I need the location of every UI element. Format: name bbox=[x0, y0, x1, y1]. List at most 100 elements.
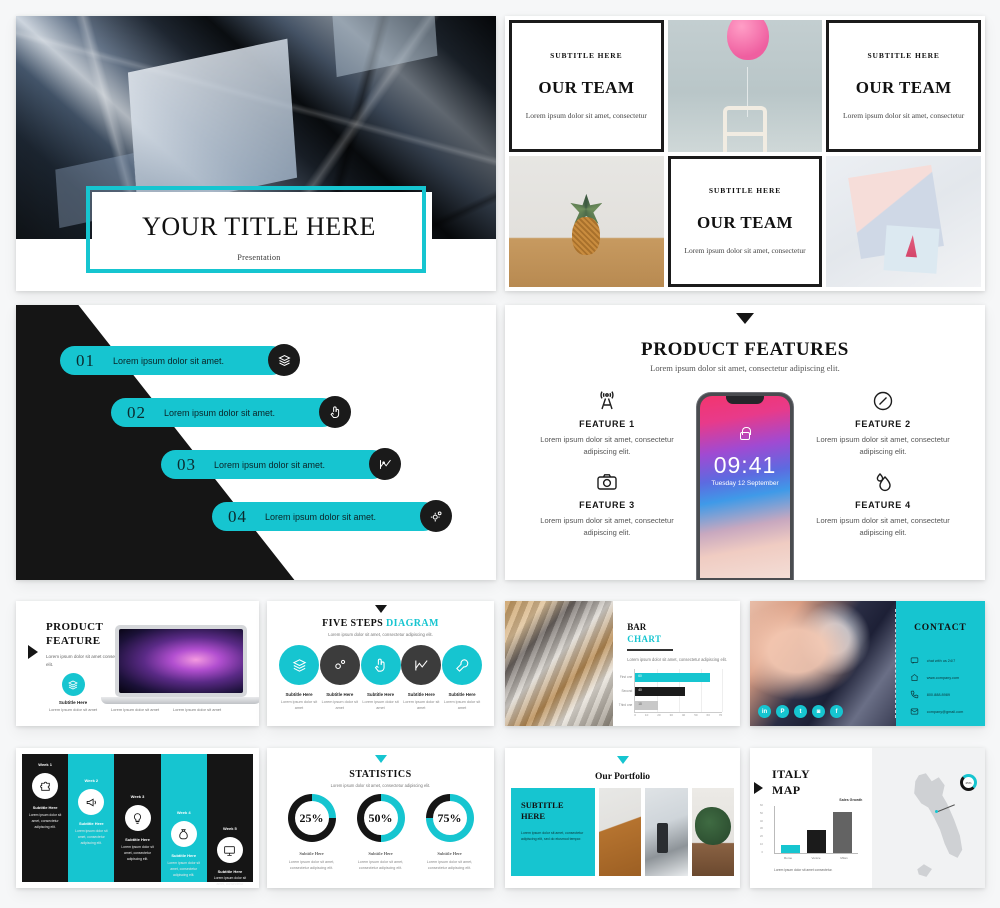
feature-desc: Lorem ipsum dolor sit amet, consectetur … bbox=[540, 516, 674, 537]
contact-item-phone[interactable]: 800.888.8989 bbox=[896, 690, 985, 699]
agenda-bar[interactable]: 03 Lorem ipsum dolor sit amet. bbox=[161, 450, 387, 479]
week-label: Week 2 bbox=[84, 778, 99, 783]
step-item-4[interactable]: Subtitle Here Lorem ipsum dolor sit amet bbox=[401, 645, 442, 711]
slide-italy-map[interactable]: 25% ITALY MAP Sales Growth 60 50 40 30 2… bbox=[750, 748, 985, 888]
page-title: YOUR TITLE HERE bbox=[142, 212, 376, 241]
stat-item-3[interactable]: 75% Subtitle Here Lorem ipsum dolor sit … bbox=[419, 794, 481, 872]
chart-line-icon[interactable] bbox=[369, 448, 401, 480]
slide-product-features[interactable]: PRODUCT FEATURES Lorem ipsum dolor sit a… bbox=[505, 305, 985, 580]
pineapple-photo bbox=[509, 155, 664, 287]
boxes-icon[interactable] bbox=[61, 673, 85, 696]
feature-item-4[interactable]: FEATURE 4 Lorem ipsum dolor sit amet, co… bbox=[813, 468, 953, 539]
card-title: OUR TEAM bbox=[538, 77, 635, 97]
hand-device-photo bbox=[645, 788, 688, 876]
step-title: Subtitle Here bbox=[448, 692, 476, 697]
boxes-icon[interactable] bbox=[279, 645, 319, 685]
facebook-icon[interactable]: f bbox=[830, 705, 843, 718]
portfolio-text-panel[interactable]: SUBTITLE HERE Lorem ipsum dolor sit amet… bbox=[511, 788, 595, 876]
slide-product-feature[interactable]: PRODUCT FEATURE Lorem ipsum dolor sit am… bbox=[16, 601, 259, 726]
step-item-5[interactable]: Subtitle Here Lorem ipsum dolor sit amet bbox=[442, 645, 482, 711]
timeline-step-4[interactable]: Week 4 Subtitle Here Lorem ipsum dolor s… bbox=[160, 754, 207, 882]
x-tick: 70 bbox=[718, 713, 723, 717]
italy-map-shape bbox=[914, 773, 963, 858]
pinterest-icon[interactable]: P bbox=[776, 705, 789, 718]
pf-item-title: Subtitle Here bbox=[58, 700, 88, 705]
gears-icon[interactable] bbox=[319, 645, 360, 685]
step-title: Subtitle Here bbox=[217, 869, 243, 874]
team-card[interactable]: SUBTITLE HERE OUR TEAM Lorem ipsum dolor… bbox=[826, 20, 981, 152]
feature-item-3[interactable]: FEATURE 3 Lorem ipsum dolor sit amet, co… bbox=[537, 468, 677, 539]
step-desc: Lorem ipsum dolor sit amet bbox=[321, 700, 358, 711]
presentation-icon[interactable] bbox=[216, 837, 243, 863]
x-tick: 0 bbox=[634, 713, 636, 717]
contact-item-email[interactable]: company@gmail.com bbox=[896, 707, 985, 716]
timeline-step-5[interactable]: Week 5 Subtitle Here Lorem ipsum dolor s… bbox=[206, 754, 254, 888]
slide-title[interactable]: YOUR TITLE HERE Presentation bbox=[16, 16, 496, 291]
slide-contact[interactable]: CONTACT chat with us 24/7 www.company.co… bbox=[750, 601, 985, 726]
team-card[interactable]: SUBTITLE HERE OUR TEAM Lorem ipsum dolor… bbox=[667, 155, 823, 287]
x-tick: Milan bbox=[840, 856, 848, 860]
step-title: Subtitle Here bbox=[32, 805, 58, 810]
spiral-staircase-photo bbox=[505, 601, 614, 726]
twitter-icon[interactable]: t bbox=[794, 705, 807, 718]
hand-click-icon[interactable] bbox=[360, 645, 401, 685]
gears-icon[interactable] bbox=[420, 500, 452, 532]
agenda-bar[interactable]: 04 Lorem ipsum dolor sit amet. bbox=[212, 502, 438, 531]
y-tick: 40 bbox=[760, 819, 763, 823]
bar-label-1: First one bbox=[619, 675, 633, 679]
feature-title: FEATURE 2 bbox=[855, 419, 911, 429]
slide-portfolio[interactable]: Our Portfolio SUBTITLE HERE Lorem ipsum … bbox=[505, 748, 740, 888]
x-tick: 60 bbox=[706, 713, 710, 717]
step-title: Subtitle Here bbox=[285, 692, 313, 697]
step-item-3[interactable]: Subtitle Here Lorem ipsum dolor sit amet bbox=[360, 645, 401, 711]
agenda-bar[interactable]: 01 Lorem ipsum dolor sit amet. bbox=[60, 346, 286, 375]
timeline-step-1[interactable]: Week 1 Subtitle Here Lorem ipsum dolor s… bbox=[22, 754, 69, 882]
pf-item-1[interactable]: Subtitle Here Lorem ipsum dolor sit amet bbox=[38, 673, 108, 713]
card-desc: Lorem ipsum dolor sit amet, consectetur bbox=[843, 110, 965, 120]
feature-item-2[interactable]: FEATURE 2 Lorem ipsum dolor sit amet, co… bbox=[813, 387, 953, 458]
slide-weekly-timeline[interactable]: Week 1 Subtitle Here Lorem ipsum dolor s… bbox=[16, 748, 259, 888]
hand-click-icon[interactable] bbox=[319, 396, 351, 428]
chart-line-icon[interactable] bbox=[401, 645, 442, 685]
card-subtitle: SUBTITLE HERE bbox=[708, 186, 782, 196]
timeline-step-3[interactable]: Week 3 Subtitle Here Lorem ipsum dolor s… bbox=[114, 754, 161, 882]
money-bag-icon[interactable] bbox=[170, 821, 197, 847]
team-card[interactable]: SUBTITLE HERE OUR TEAM Lorem ipsum dolor… bbox=[509, 20, 664, 152]
boxes-icon[interactable] bbox=[268, 344, 300, 376]
panel-desc: Lorem ipsum dolor sit amet, consectetur … bbox=[521, 831, 584, 842]
stat-item-1[interactable]: 25% Subtitle Here Lorem ipsum dolor sit … bbox=[281, 794, 343, 872]
x-tick: 40 bbox=[681, 713, 686, 717]
timeline-step-2[interactable]: Week 2 Subtitle Here Lorem ipsum dolor s… bbox=[68, 754, 115, 882]
instagram-icon[interactable]: ◙ bbox=[812, 705, 825, 718]
contact-item-chat[interactable]: chat with us 24/7 bbox=[896, 656, 985, 665]
pf-heading-line2: FEATURE bbox=[46, 634, 101, 647]
italy-heading-line2: MAP bbox=[772, 783, 801, 798]
italy-chart-x-axis: Rome Venice Milan bbox=[774, 856, 858, 860]
social-links[interactable]: in P t ◙ f bbox=[758, 705, 843, 718]
step-desc: Lorem ipsum dolor sit amet, consectetur … bbox=[121, 845, 154, 861]
phone-date: Tuesday 12 September bbox=[711, 480, 779, 487]
linkedin-icon[interactable]: in bbox=[758, 705, 771, 718]
feature-item-1[interactable]: FEATURE 1 Lorem ipsum dolor sit amet, co… bbox=[537, 387, 677, 458]
stat-desc: Lorem ipsum dolor sit amet, consectetur … bbox=[288, 860, 335, 871]
bar-label-2: Second bbox=[621, 689, 633, 693]
slide-five-steps[interactable]: FIVE STEPS DIAGRAM Lorem ipsum dolor sit… bbox=[267, 601, 494, 726]
slide-bar-chart[interactable]: BAR CHART Lorem ipsum dolor sit amet, co… bbox=[505, 601, 740, 726]
step-item-1[interactable]: Subtitle Here Lorem ipsum dolor sit amet bbox=[279, 645, 319, 711]
agenda-number: 02 bbox=[127, 402, 146, 422]
italy-chart-y-axis: 60 50 40 30 20 10 0 bbox=[760, 804, 763, 854]
puzzle-icon[interactable] bbox=[32, 773, 59, 799]
lightbulb-icon[interactable] bbox=[124, 805, 151, 831]
agenda-bar[interactable]: 02 Lorem ipsum dolor sit amet. bbox=[111, 398, 337, 427]
step-desc: Lorem ipsum dolor sit amet, consectetur … bbox=[213, 876, 247, 888]
stat-item-2[interactable]: 50% Subtitle Here Lorem ipsum dolor sit … bbox=[350, 794, 412, 872]
megaphone-icon[interactable] bbox=[78, 789, 105, 815]
mail-icon bbox=[910, 708, 918, 715]
wrench-icon[interactable] bbox=[442, 645, 482, 685]
feature-desc: Lorem ipsum dolor sit amet, consectetur … bbox=[540, 435, 674, 456]
slide-agenda[interactable]: 01 Lorem ipsum dolor sit amet. 02 Lorem … bbox=[16, 305, 496, 580]
step-item-2[interactable]: Subtitle Here Lorem ipsum dolor sit amet bbox=[319, 645, 360, 711]
slide-our-team[interactable]: SUBTITLE HERE OUR TEAM Lorem ipsum dolor… bbox=[505, 16, 985, 291]
slide-statistics[interactable]: STATISTICS Lorem ipsum dolor sit amet, c… bbox=[267, 748, 494, 888]
contact-item-website[interactable]: www.company.com bbox=[896, 673, 985, 682]
